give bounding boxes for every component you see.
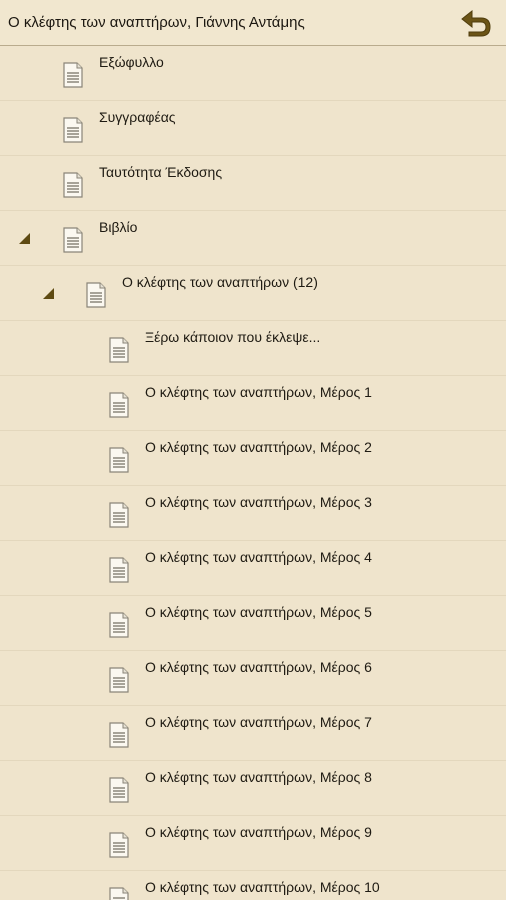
toc-item-chapter[interactable]: Ξέρω κάποιον που έκλεψε... — [0, 321, 506, 376]
toc-item-chapter[interactable]: Ο κλέφτης των αναπτήρων, Μέρος 6 — [0, 651, 506, 706]
toc-item-chapter[interactable]: Ο κλέφτης των αναπτήρων, Μέρος 5 — [0, 596, 506, 651]
toc-item-label: Ταυτότητα Έκδοσης — [99, 164, 223, 180]
toc-item-chapter-group[interactable]: Ο κλέφτης των αναπτήρων (12) — [0, 266, 506, 321]
undo-arrow-icon — [461, 9, 491, 37]
toc-item-label: Ο κλέφτης των αναπτήρων (12) — [122, 274, 318, 290]
back-button[interactable] — [454, 5, 498, 41]
toc-item-cover[interactable]: Εξώφυλλο — [0, 46, 506, 101]
toc-item-label: Ο κλέφτης των αναπτήρων, Μέρος 3 — [145, 494, 372, 510]
document-icon — [109, 887, 129, 900]
toc-item-chapter[interactable]: Ο κλέφτης των αναπτήρων, Μέρος 7 — [0, 706, 506, 761]
toc-item-edition-info[interactable]: Ταυτότητα Έκδοσης — [0, 156, 506, 211]
toc-item-label: Ο κλέφτης των αναπτήρων, Μέρος 10 — [145, 879, 380, 895]
toc-item-chapter[interactable]: Ο κλέφτης των αναπτήρων, Μέρος 9 — [0, 816, 506, 871]
toc-item-label: Ο κλέφτης των αναπτήρων, Μέρος 1 — [145, 384, 372, 400]
toc-item-label: Ο κλέφτης των αναπτήρων, Μέρος 4 — [145, 549, 372, 565]
document-icon — [109, 447, 129, 473]
toc-item-label: Ο κλέφτης των αναπτήρων, Μέρος 2 — [145, 439, 372, 455]
document-icon — [109, 557, 129, 583]
toc-item-chapter[interactable]: Ο κλέφτης των αναπτήρων, Μέρος 4 — [0, 541, 506, 596]
document-icon — [86, 282, 106, 308]
document-icon — [63, 117, 83, 143]
document-icon — [109, 612, 129, 638]
document-icon — [109, 337, 129, 363]
document-icon — [63, 227, 83, 253]
document-icon — [109, 722, 129, 748]
table-of-contents: Εξώφυλλο Συγγραφέας Ταυτότητα Έκδοσης Βι… — [0, 46, 506, 900]
toc-item-book[interactable]: Βιβλίο — [0, 211, 506, 266]
toc-item-label: Ο κλέφτης των αναπτήρων, Μέρος 8 — [145, 769, 372, 785]
document-icon — [63, 62, 83, 88]
toc-item-chapter[interactable]: Ο κλέφτης των αναπτήρων, Μέρος 8 — [0, 761, 506, 816]
toc-item-chapter[interactable]: Ο κλέφτης των αναπτήρων, Μέρος 3 — [0, 486, 506, 541]
document-icon — [109, 502, 129, 528]
toc-item-label: Ο κλέφτης των αναπτήρων, Μέρος 7 — [145, 714, 372, 730]
toc-item-label: Ο κλέφτης των αναπτήρων, Μέρος 5 — [145, 604, 372, 620]
document-icon — [109, 777, 129, 803]
expanded-triangle-icon[interactable] — [42, 287, 56, 301]
document-icon — [109, 667, 129, 693]
toc-item-label: Εξώφυλλο — [99, 54, 164, 70]
toc-item-chapter[interactable]: Ο κλέφτης των αναπτήρων, Μέρος 2 — [0, 431, 506, 486]
toc-item-chapter[interactable]: Ο κλέφτης των αναπτήρων, Μέρος 1 — [0, 376, 506, 431]
toc-item-label: Βιβλίο — [99, 219, 138, 235]
toc-item-label: Συγγραφέας — [99, 109, 176, 125]
book-title: Ο κλέφτης των αναπτήρων, Γιάννης Αντάμης — [8, 14, 305, 31]
toc-item-author[interactable]: Συγγραφέας — [0, 101, 506, 156]
document-icon — [109, 832, 129, 858]
document-icon — [109, 392, 129, 418]
toc-item-label: Ο κλέφτης των αναπτήρων, Μέρος 9 — [145, 824, 372, 840]
toc-item-label: Ξέρω κάποιον που έκλεψε... — [145, 329, 321, 345]
document-icon — [63, 172, 83, 198]
expanded-triangle-icon[interactable] — [18, 232, 32, 246]
app-header: Ο κλέφτης των αναπτήρων, Γιάννης Αντάμης — [0, 0, 506, 46]
toc-item-chapter[interactable]: Ο κλέφτης των αναπτήρων, Μέρος 10 — [0, 871, 506, 900]
toc-item-label: Ο κλέφτης των αναπτήρων, Μέρος 6 — [145, 659, 372, 675]
